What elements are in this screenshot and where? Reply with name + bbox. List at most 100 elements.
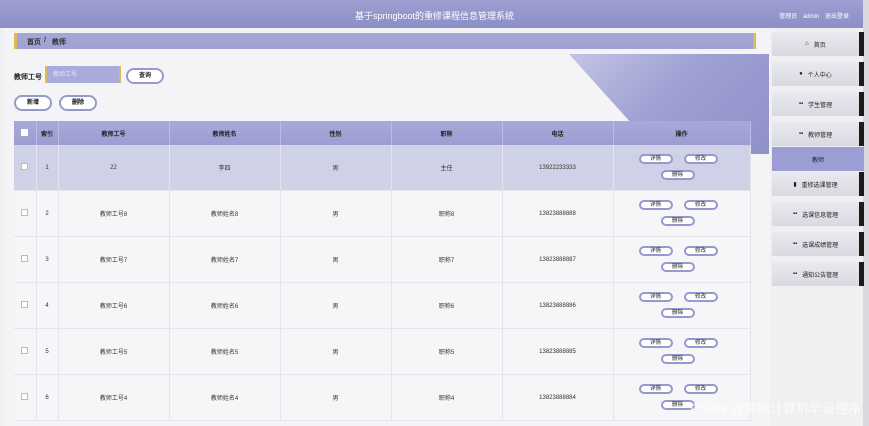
delete-button[interactable]: 删除 [660,169,695,180]
table-row[interactable]: 1 22 李四男主任 13922233333 详情 修改删除 [14,145,751,191]
table-row[interactable]: 4 教师工号6 教师姓名6 男职称6 13823888886 详情 修改 删除 [14,282,751,329]
cell-teacher-name: 教师姓名6 [169,282,281,329]
add-button[interactable]: 新增 [14,95,52,111]
cell-phone: 13922233333 [502,145,614,191]
col-actions: 操作 [613,121,751,145]
cell-gender: 男 [280,328,392,375]
cell-teacher-id: 教师工号7 [58,236,170,283]
cell-phone: 13823888886 [502,282,614,329]
cell-actions: 详情 修改删除 [613,236,751,283]
sidebar-item-label: 教师 [811,157,824,164]
cell-index: 5 [36,328,59,375]
cell-title: 职称4 [391,374,503,421]
row-checkbox[interactable] [14,374,37,421]
sidebar-item-2[interactable]: ▪▪ 学生管理 [772,92,864,116]
cell-index: 1 [36,145,59,191]
cell-phone: 13823888885 [502,328,614,375]
cell-phone: 13823888888 [502,190,614,237]
sidebar-item-3[interactable]: ▪▪ 教师管理 [772,122,864,146]
cell-teacher-name: 教师姓名5 [169,328,281,375]
edit-button[interactable]: 修改 [683,153,718,164]
sidebar-item-label: 选课信息管理 [802,212,839,219]
cell-index: 3 [36,236,59,283]
table-row[interactable]: 5 教师工号5 教师姓名5 男职称5 13823888885 详情 修改 删除 [14,328,751,375]
sidebar-item-label: 学生管理 [808,102,833,109]
cell-teacher-id: 22 [58,145,170,191]
cell-teacher-name: 李四 [169,145,281,191]
breadcrumb-current: 教师 [52,39,66,46]
edit-button[interactable]: 修改 [683,199,718,210]
edit-button[interactable]: 修改 [683,245,718,256]
detail-button[interactable]: 详情 [638,245,673,256]
cell-index: 4 [36,282,59,329]
detail-button[interactable]: 详情 [638,383,673,394]
cell-teacher-name: 教师姓名4 [169,374,281,421]
cell-title: 职称6 [391,282,503,329]
cell-gender: 男 [280,190,392,237]
grid-icon: ▪▪ [798,131,804,137]
table-row[interactable]: 3 教师工号7 教师姓名7 男职称7 13823888887 详情 修改 删除 [14,236,751,283]
sidebar-item-0[interactable]: ⌂ 首页 [772,32,864,56]
edit-button[interactable]: 修改 [683,383,718,394]
breadcrumb: 首页 / 教师 [14,33,756,49]
row-checkbox[interactable] [14,282,37,329]
row-checkbox[interactable] [14,328,37,375]
delete-button[interactable]: 删除 [660,353,695,364]
select-all-checkbox[interactable] [14,121,37,145]
app-title: 基于springboot的重修课程信息管理系统 [354,11,515,21]
search-input[interactable] [45,66,121,83]
col-title: 职称 [391,121,503,145]
col-teacher-id: 教师工号 [58,121,170,145]
grid-icon: ▪▪ [798,101,804,107]
sidebar-item-1[interactable]: ● 个人中心 [772,62,864,86]
user-role: 管理员 [779,14,798,20]
cell-title: 主任 [391,145,503,191]
row-checkbox[interactable] [14,145,37,191]
user-icon: ● [799,71,803,77]
table-row[interactable]: 2 教师工号8 教师姓名8 男职称8 13823888888 详情 修改 删除 [14,190,751,237]
delete-button[interactable]: 删除 [660,215,695,226]
row-checkbox[interactable] [14,190,37,237]
row-checkbox[interactable] [14,236,37,283]
cell-index: 6 [36,374,59,421]
main-content: 首页 / 教师 教师工号 查询 新增 删除 索引 教师工号 教师姓名 性别 职称… [4,28,770,426]
edit-button[interactable]: 修改 [683,291,718,302]
delete-button[interactable]: 删除 [660,307,695,318]
home-icon: ⌂ [805,41,809,47]
cell-phone: 13823888884 [502,374,614,421]
sidebar-item-4[interactable]: 教师 [772,147,864,171]
sidebar-item-8[interactable]: ▪▪ 通知公告管理 [772,262,864,286]
cell-title: 职称5 [391,328,503,375]
detail-button[interactable]: 详情 [638,337,673,348]
cell-gender: 男 [280,145,392,191]
cell-teacher-name: 教师姓名7 [169,236,281,283]
detail-button[interactable]: 详情 [638,291,673,302]
cell-index: 2 [36,190,59,237]
sidebar-item-6[interactable]: ▪▪ 选课信息管理 [772,202,864,226]
top-header: 基于springboot的重修课程信息管理系统 管理员 admin 退出登录 [0,0,869,28]
sidebar-item-7[interactable]: ▪▪ 选课成绩管理 [772,232,864,256]
cell-actions: 详情 修改删除 [613,328,751,375]
cell-actions: 详情 修改删除 [613,190,751,237]
batch-delete-button[interactable]: 删除 [59,95,97,111]
col-teacher-name: 教师姓名 [169,121,281,145]
detail-button[interactable]: 详情 [638,153,673,164]
table-row[interactable]: 6 教师工号4 教师姓名4 男职称4 13823888884 详情 修改 删除 [14,374,751,421]
table-header-row: 索引 教师工号 教师姓名 性别 职称 电话 操作 [14,121,751,145]
cell-phone: 13823888887 [502,236,614,283]
search-button[interactable]: 查询 [126,68,164,84]
detail-button[interactable]: 详情 [638,199,673,210]
breadcrumb-home[interactable]: 首页 [27,37,41,47]
watermark: CSDN @学姐计算机毕设程序 [690,401,861,416]
delete-button[interactable]: 删除 [660,261,695,272]
cell-gender: 男 [280,282,392,329]
col-index: 索引 [36,121,59,145]
cell-actions: 详情 修改删除 [613,282,751,329]
edit-button[interactable]: 修改 [683,337,718,348]
logout-link[interactable]: 退出登录 [825,14,849,20]
sidebar-item-5[interactable]: ▮ 重修选课管理 [772,172,864,196]
sidebar-item-label: 个人中心 [807,72,832,79]
cell-gender: 男 [280,374,392,421]
sidebar-item-label: 通知公告管理 [802,272,839,279]
cell-gender: 男 [280,236,392,283]
